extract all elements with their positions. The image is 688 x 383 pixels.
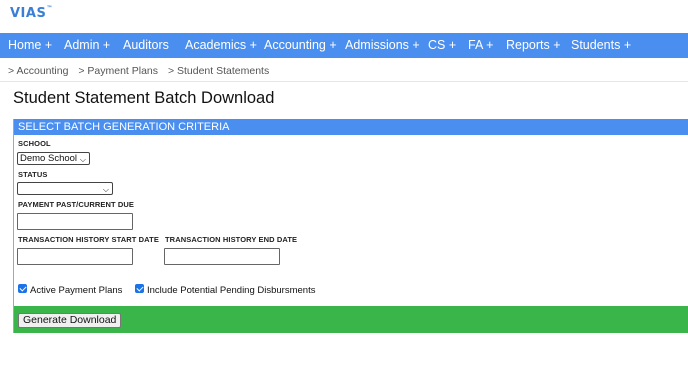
breadcrumb-divider — [0, 81, 688, 82]
vias-logo[interactable]: VIAS™ — [10, 5, 53, 21]
panel-header: SELECT BATCH GENERATION CRITERIA — [14, 119, 688, 135]
start-date-input[interactable] — [17, 248, 133, 265]
pending-disbursements-checkbox[interactable] — [135, 284, 144, 293]
nav-reports[interactable]: Reports + — [506, 38, 561, 52]
nav-auditors[interactable]: Auditors — [123, 38, 169, 52]
status-select[interactable]: ⌵ — [17, 182, 113, 195]
breadcrumb-student-statements[interactable]: > Student Statements — [168, 65, 269, 77]
pending-disbursements-label: Include Potential Pending Disbursments — [147, 285, 316, 296]
active-plans-checkbox[interactable] — [18, 284, 27, 293]
nav-accounting[interactable]: Accounting + — [264, 38, 337, 52]
nav-admin[interactable]: Admin + — [64, 38, 110, 52]
nav-fa[interactable]: FA + — [468, 38, 493, 52]
generate-download-button[interactable]: Generate Download — [18, 313, 122, 328]
chevron-down-icon: ⌵ — [79, 155, 86, 164]
breadcrumb-accounting[interactable]: > Accounting — [8, 65, 68, 77]
nav-admissions[interactable]: Admissions + — [345, 38, 420, 52]
panel-footer: Generate Download — [14, 306, 688, 333]
nav-students[interactable]: Students + — [571, 38, 631, 52]
active-plans-label: Active Payment Plans — [30, 285, 123, 296]
breadcrumb-payment-plans[interactable]: > Payment Plans — [78, 65, 158, 77]
payment-due-input[interactable] — [17, 213, 133, 230]
logo-bar: VIAS™ — [0, 0, 688, 33]
start-date-label: TRANSACTION HISTORY START DATE — [18, 235, 159, 244]
chevron-down-icon: ⌵ — [102, 185, 109, 194]
status-label: STATUS — [18, 170, 48, 179]
main-nav: Home + Admin + Auditors Academics + Acco… — [0, 33, 688, 58]
nav-home[interactable]: Home + — [8, 38, 52, 52]
trademark-mark: ™ — [46, 5, 53, 12]
nav-academics[interactable]: Academics + — [185, 38, 257, 52]
school-select[interactable]: Demo School ⌵ — [17, 152, 90, 165]
page-title: Student Statement Batch Download — [13, 89, 275, 107]
nav-cs[interactable]: CS + — [428, 38, 456, 52]
breadcrumb: > Accounting > Payment Plans > Student S… — [8, 65, 276, 77]
logo-text: VIAS — [10, 6, 47, 21]
end-date-input[interactable] — [164, 248, 280, 265]
school-select-value: Demo School — [20, 153, 78, 164]
payment-due-label: PAYMENT PAST/CURRENT DUE — [18, 200, 135, 209]
criteria-panel: SELECT BATCH GENERATION CRITERIA SCHOOL … — [13, 119, 688, 333]
school-label: SCHOOL — [18, 139, 51, 148]
end-date-label: TRANSACTION HISTORY END DATE — [165, 235, 298, 244]
